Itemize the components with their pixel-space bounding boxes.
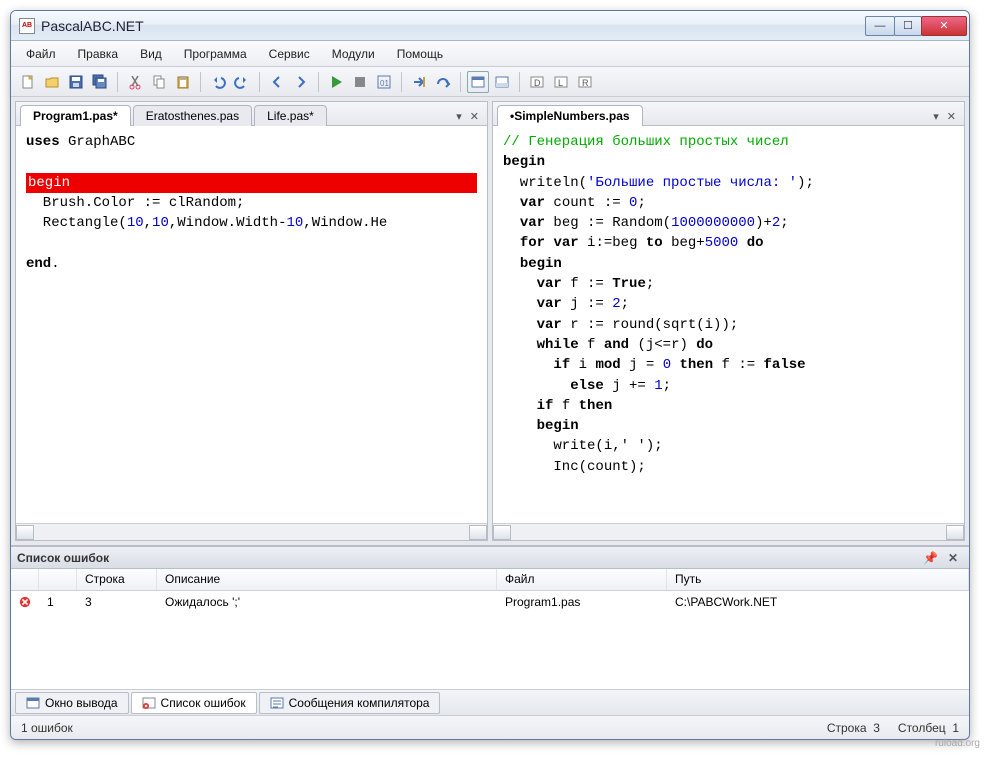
left-editor-pane: Program1.pas* Eratosthenes.pas Life.pas*… [15,101,488,541]
compile-icon[interactable]: 01 [373,71,395,93]
left-code-editor[interactable]: uses GraphABC begin Brush.Color := clRan… [16,126,487,523]
menu-program[interactable]: Программа [175,44,256,64]
save-all-icon[interactable] [89,71,111,93]
menu-edit[interactable]: Правка [69,44,128,64]
right-hscrollbar[interactable] [493,523,964,540]
nav-forward-icon[interactable] [290,71,312,93]
tab-close-icon[interactable]: ✕ [466,108,483,125]
tab-close-icon[interactable]: ✕ [943,108,960,125]
tab-compiler-messages[interactable]: Сообщения компилятора [259,692,441,714]
col-description[interactable]: Описание [157,569,497,590]
new-file-icon[interactable] [17,71,39,93]
left-tabs: Program1.pas* Eratosthenes.pas Life.pas*… [16,102,487,126]
menubar: Файл Правка Вид Программа Сервис Модули … [11,41,969,67]
help-r-icon[interactable]: R [574,71,596,93]
errors-columns: Строка Описание Файл Путь [11,569,969,591]
error-desc: Ожидалось ';' [157,592,497,612]
tab-life[interactable]: Life.pas* [254,105,327,126]
error-icon [11,592,39,612]
svg-text:D: D [534,78,541,88]
menu-file[interactable]: Файл [17,44,65,64]
tab-error-list[interactable]: Список ошибок [131,692,257,714]
right-code-editor[interactable]: // Генерация больших простых чисел begin… [493,126,964,523]
svg-text:L: L [558,78,563,88]
cut-icon[interactable] [124,71,146,93]
right-tabs: •SimpleNumbers.pas ▾ ✕ [493,102,964,126]
editor-area: Program1.pas* Eratosthenes.pas Life.pas*… [11,97,969,545]
app-icon: AB [19,18,35,34]
svg-text:R: R [582,78,589,88]
col-icon[interactable] [11,569,39,590]
col-file[interactable]: Файл [497,569,667,590]
status-column: Столбец 1 [898,721,959,735]
close-button[interactable]: ✕ [921,16,967,36]
help-l-icon[interactable]: L [550,71,572,93]
tab-eratosthenes[interactable]: Eratosthenes.pas [133,105,252,126]
menu-modules[interactable]: Модули [323,44,384,64]
status-line: Строка 3 [827,721,880,735]
tab-program1[interactable]: Program1.pas* [20,105,131,126]
tab-dropdown-icon[interactable]: ▾ [452,108,466,125]
minimize-button[interactable]: — [865,16,895,36]
error-row[interactable]: 1 3 Ожидалось ';' Program1.pas C:\PABCWo… [11,591,969,613]
col-number[interactable] [39,569,77,590]
svg-text:01: 01 [380,79,389,88]
error-line: 3 [77,592,157,612]
errors-header: Список ошибок 📌 ✕ [11,547,969,569]
step-over-icon[interactable] [432,71,454,93]
stop-icon[interactable] [349,71,371,93]
error-highlight-line: begin [26,173,477,193]
titlebar: AB PascalABC.NET — ☐ ✕ [11,11,969,41]
maximize-button[interactable]: ☐ [894,16,922,36]
errors-table: Строка Описание Файл Путь 1 3 Ожидалось … [11,569,969,689]
close-panel-icon[interactable]: ✕ [943,551,963,565]
panel-icon[interactable] [491,71,513,93]
error-path: C:\PABCWork.NET [667,592,969,612]
bottom-tabs: Окно вывода Список ошибок Сообщения комп… [11,689,969,715]
tab-simplenumbers[interactable]: •SimpleNumbers.pas [497,105,643,126]
help-d-icon[interactable]: D [526,71,548,93]
run-icon[interactable] [325,71,347,93]
copy-icon[interactable] [148,71,170,93]
redo-icon[interactable] [231,71,253,93]
step-into-icon[interactable] [408,71,430,93]
error-file: Program1.pas [497,592,667,612]
errors-title: Список ошибок [17,551,109,565]
errors-panel: Список ошибок 📌 ✕ Строка Описание Файл П… [11,545,969,715]
main-window: AB PascalABC.NET — ☐ ✕ Файл Правка Вид П… [10,10,970,740]
menu-view[interactable]: Вид [131,44,171,64]
col-line[interactable]: Строка [77,569,157,590]
tab-output-window[interactable]: Окно вывода [15,692,129,714]
toolbar: 01 D L R [11,67,969,97]
window-icon[interactable] [467,71,489,93]
menu-help[interactable]: Помощь [388,44,452,64]
window-title: PascalABC.NET [41,18,866,34]
undo-icon[interactable] [207,71,229,93]
statusbar: 1 ошибок Строка 3 Столбец 1 [11,715,969,739]
watermark: ruload.org [935,738,980,749]
pin-icon[interactable]: 📌 [918,551,943,565]
save-icon[interactable] [65,71,87,93]
status-errors: 1 ошибок [21,721,73,735]
nav-back-icon[interactable] [266,71,288,93]
right-editor-pane: •SimpleNumbers.pas ▾ ✕ // Генерация боль… [492,101,965,541]
left-hscrollbar[interactable] [16,523,487,540]
menu-service[interactable]: Сервис [260,44,319,64]
col-path[interactable]: Путь [667,569,969,590]
paste-icon[interactable] [172,71,194,93]
error-number: 1 [39,592,77,612]
tab-dropdown-icon[interactable]: ▾ [929,108,943,125]
open-file-icon[interactable] [41,71,63,93]
